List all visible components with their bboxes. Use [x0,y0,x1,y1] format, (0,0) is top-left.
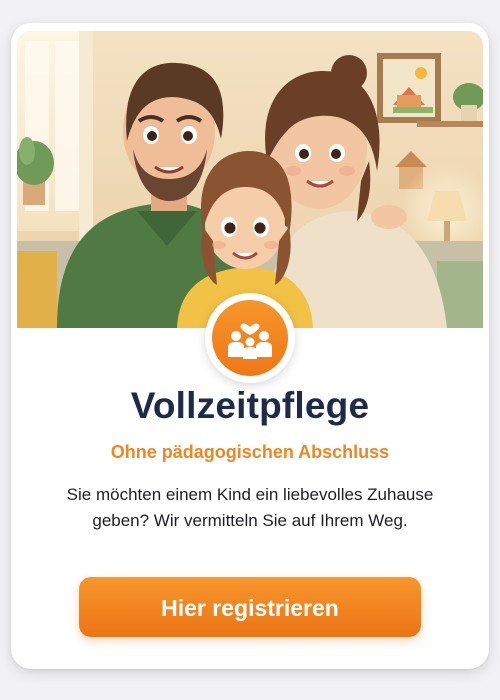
badge [205,293,295,383]
card-title: Vollzeitpflege [130,385,370,426]
family-heart-icon [212,300,288,376]
registration-card: Vollzeitpflege Ohne pädagogischen Abschl… [11,23,489,669]
family-illustration [17,31,483,328]
register-button[interactable]: Hier registrieren [79,577,421,637]
card-subtitle: Ohne pädagogischen Abschluss [110,442,390,462]
card-description: Sie möchten einem Kind ein liebevolles Z… [66,485,434,530]
